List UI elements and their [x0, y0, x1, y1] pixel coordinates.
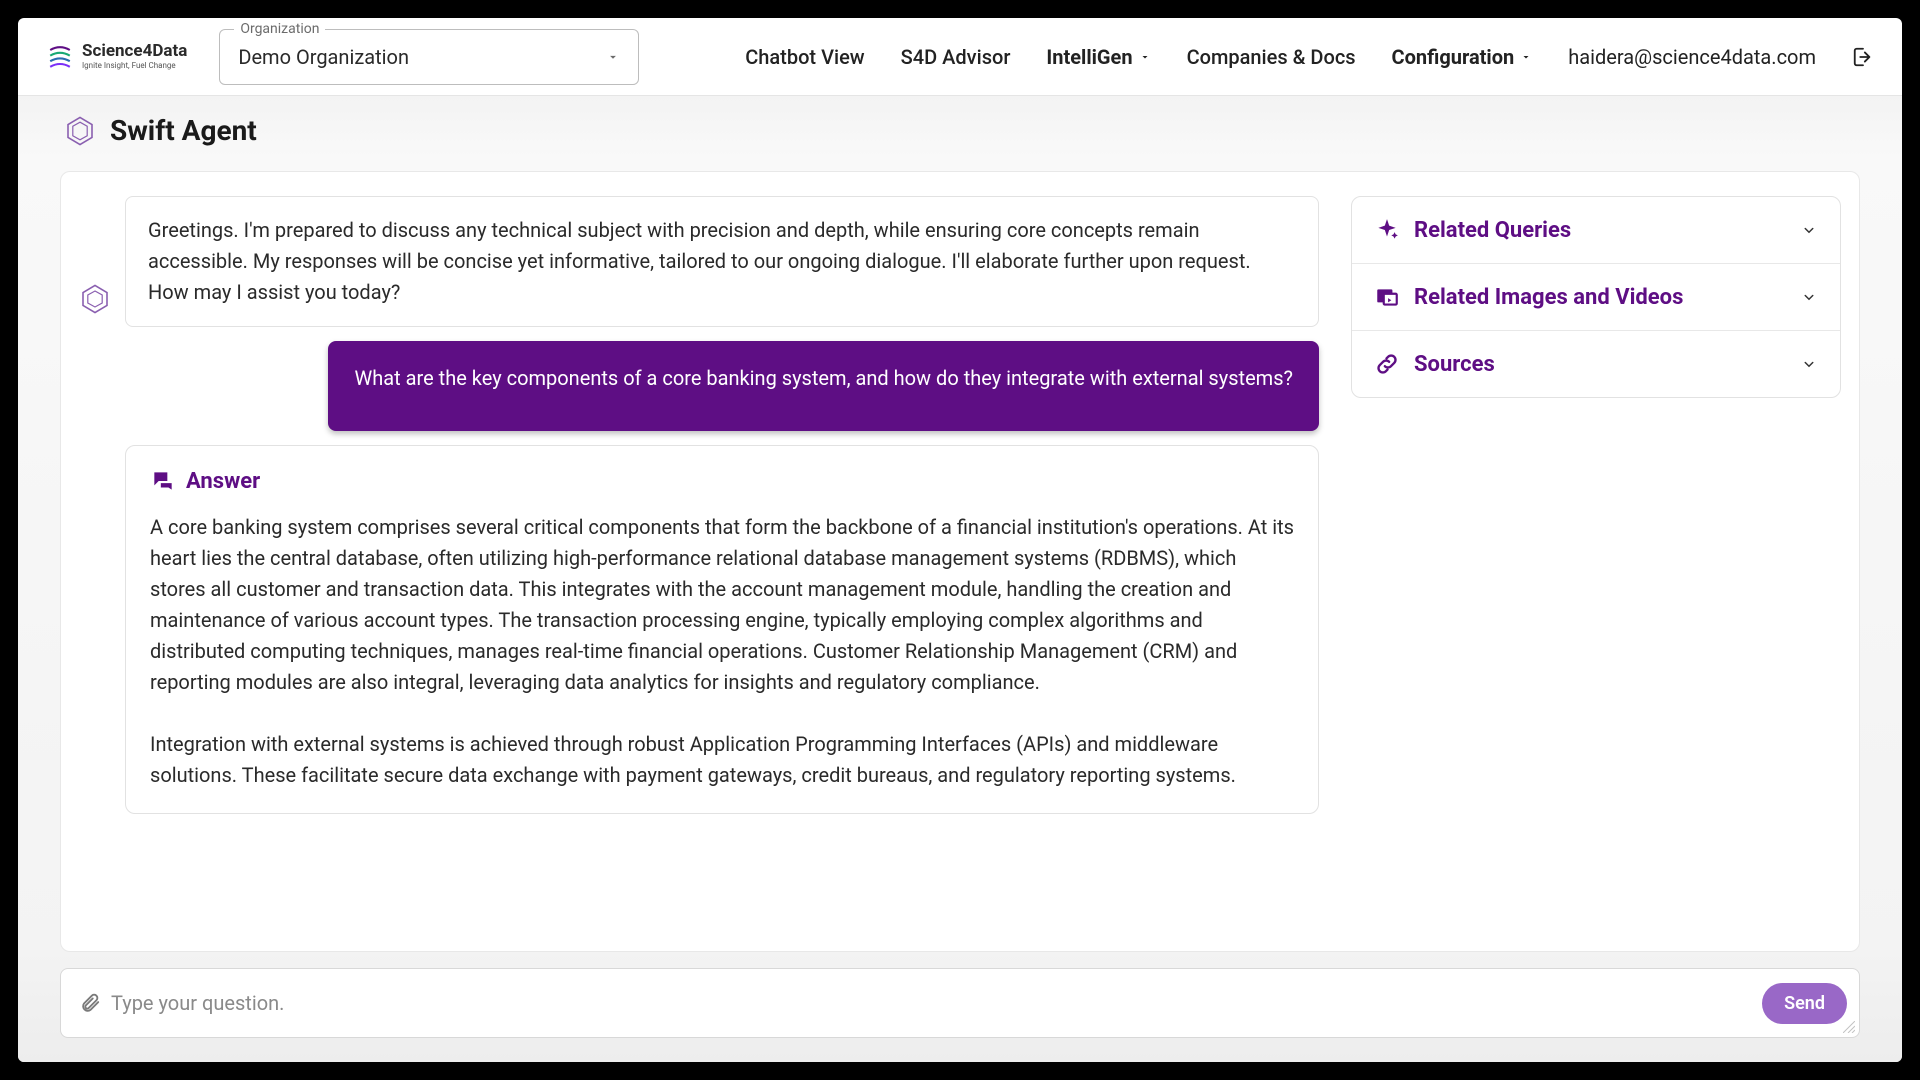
sources-accordion[interactable]: Sources	[1352, 331, 1840, 397]
related-media-label: Related Images and Videos	[1414, 285, 1786, 310]
top-header: Science4Data Ignite Insight, Fuel Change…	[18, 18, 1902, 96]
question-input[interactable]	[111, 991, 1841, 1015]
brand-logo: Science4Data Ignite Insight, Fuel Change	[46, 43, 187, 71]
main-area: Greetings. I'm prepared to discuss any t…	[18, 157, 1902, 952]
caret-down-icon	[1139, 51, 1151, 63]
bot-message-row: Greetings. I'm prepared to discuss any t…	[79, 196, 1319, 327]
brand-name: Science4Data	[82, 43, 187, 60]
user-message-row: What are the key components of a core ba…	[79, 341, 1319, 431]
chevron-down-icon	[1800, 288, 1818, 306]
related-queries-label: Related Queries	[1414, 218, 1786, 243]
accordion-group: Related Queries Related Images and Video…	[1351, 196, 1841, 398]
org-select-value: Demo Organization	[238, 45, 606, 69]
nav-s4d-advisor[interactable]: S4D Advisor	[901, 45, 1011, 69]
composer-area: Send	[18, 952, 1902, 1062]
organization-select[interactable]: Organization Demo Organization	[219, 29, 639, 85]
related-queries-accordion[interactable]: Related Queries	[1352, 197, 1840, 264]
chevron-down-icon	[1800, 221, 1818, 239]
bot-avatar-icon	[79, 283, 111, 315]
nav-chatbot-view[interactable]: Chatbot View	[745, 45, 864, 69]
nav-intelligen-label: IntelliGen	[1046, 45, 1132, 69]
logo-icon	[46, 43, 74, 71]
content-card: Greetings. I'm prepared to discuss any t…	[60, 171, 1860, 952]
side-column: Related Queries Related Images and Video…	[1351, 196, 1841, 951]
sources-label: Sources	[1414, 352, 1786, 377]
logout-icon[interactable]	[1852, 46, 1874, 68]
chat-column: Greetings. I'm prepared to discuss any t…	[79, 196, 1327, 951]
user-email: haidera@science4data.com	[1568, 45, 1816, 69]
user-question-bubble: What are the key components of a core ba…	[328, 341, 1319, 431]
org-select-legend: Organization	[234, 21, 325, 37]
brand-tagline: Ignite Insight, Fuel Change	[82, 62, 187, 70]
answer-label: Answer	[186, 469, 260, 494]
resize-grip-icon[interactable]	[1843, 1021, 1855, 1033]
page-header: Swift Agent	[18, 96, 1902, 157]
composer-box: Send	[60, 968, 1860, 1038]
answer-icon	[150, 468, 176, 494]
nav-configuration[interactable]: Configuration	[1392, 45, 1533, 69]
chevron-down-icon	[1800, 355, 1818, 373]
page-title: Swift Agent	[110, 114, 257, 147]
related-media-accordion[interactable]: Related Images and Videos	[1352, 264, 1840, 331]
sparkle-icon	[1374, 217, 1400, 243]
agent-hex-icon	[64, 115, 96, 147]
caret-down-icon	[1520, 51, 1532, 63]
main-nav: Chatbot View S4D Advisor IntelliGen Comp…	[745, 45, 1874, 69]
nav-intelligen[interactable]: IntelliGen	[1046, 45, 1150, 69]
answer-body: A core banking system comprises several …	[150, 512, 1294, 791]
dropdown-arrow-icon	[606, 50, 620, 64]
paperclip-icon[interactable]	[79, 992, 101, 1014]
answer-card: Answer A core banking system comprises s…	[125, 445, 1319, 814]
nav-companies-docs[interactable]: Companies & Docs	[1187, 45, 1356, 69]
send-button[interactable]: Send	[1762, 983, 1847, 1024]
nav-configuration-label: Configuration	[1392, 45, 1515, 69]
bot-greeting-bubble: Greetings. I'm prepared to discuss any t…	[125, 196, 1319, 327]
media-icon	[1374, 284, 1400, 310]
message-list[interactable]: Greetings. I'm prepared to discuss any t…	[79, 196, 1327, 951]
link-icon	[1374, 351, 1400, 377]
